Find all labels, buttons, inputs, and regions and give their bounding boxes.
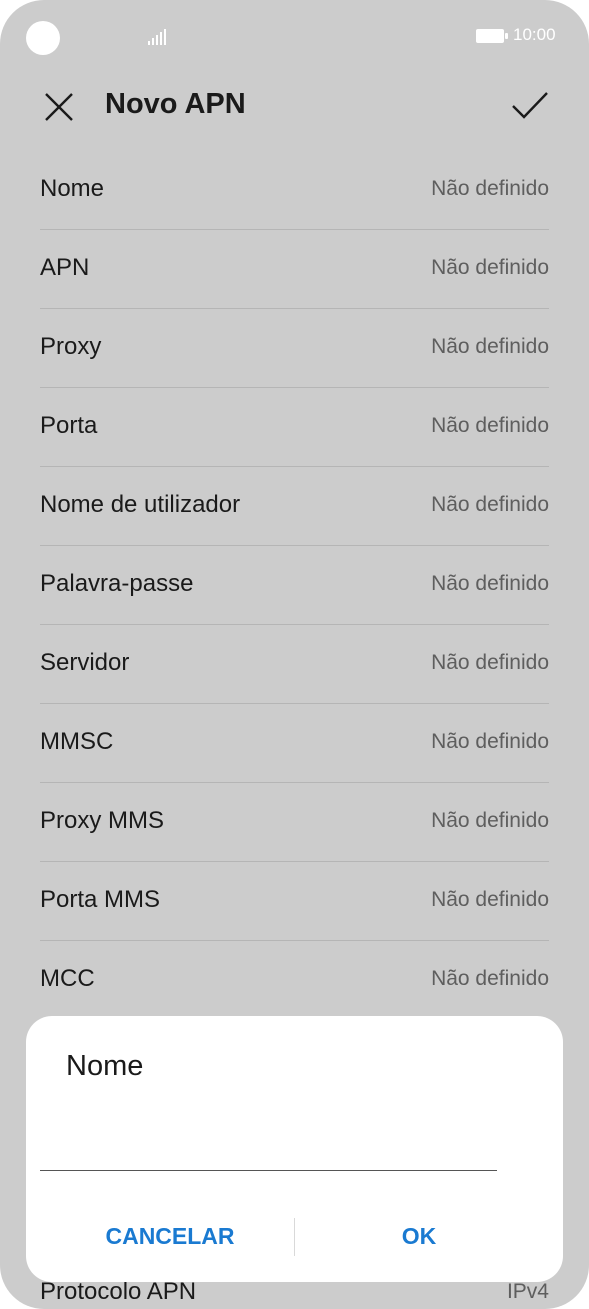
cancel-button[interactable]: CANCELAR [55, 1208, 285, 1264]
phone-screen: 10:00 Novo APN Nome Não definido APN Não… [0, 0, 589, 1309]
field-value: Não definido [431, 414, 549, 437]
field-value: Não definido [431, 967, 549, 990]
status-bar: 10:00 [0, 0, 589, 72]
list-item-palavra-passe[interactable]: Palavra-passe Não definido [40, 546, 549, 625]
ok-button[interactable]: OK [304, 1208, 534, 1264]
field-label: Proxy MMS [40, 807, 165, 834]
camera-cutout [26, 21, 60, 55]
field-value: IPv4 [506, 1280, 549, 1303]
list-item-mcc[interactable]: MCC Não definido [40, 941, 549, 1020]
apn-field-list: Nome Não definido APN Não definido Proxy… [40, 151, 549, 1020]
list-item-nome[interactable]: Nome Não definido [40, 151, 549, 230]
field-value: Não definido [431, 651, 549, 674]
field-value: Não definido [431, 572, 549, 595]
list-item-apn[interactable]: APN Não definido [40, 230, 549, 309]
battery-icon [476, 29, 508, 43]
field-label: Proxy [40, 333, 102, 360]
field-value: Não definido [431, 493, 549, 516]
list-item-servidor[interactable]: Servidor Não definido [40, 625, 549, 704]
dialog-title: Nome [66, 1050, 144, 1082]
list-item-porta[interactable]: Porta Não definido [40, 388, 549, 467]
list-item-porta-mms[interactable]: Porta MMS Não definido [40, 862, 549, 941]
list-item-mmsc[interactable]: MMSC Não definido [40, 704, 549, 783]
field-label: Porta MMS [40, 886, 161, 913]
signal-icon [148, 29, 166, 45]
name-input[interactable] [40, 1120, 497, 1171]
field-label: Nome [40, 175, 105, 202]
field-label: Nome de utilizador [40, 491, 241, 518]
field-value: Não definido [431, 809, 549, 832]
list-item-proxy-mms[interactable]: Proxy MMS Não definido [40, 783, 549, 862]
field-label: MCC [40, 965, 95, 992]
field-label: Servidor [40, 649, 130, 676]
field-value: Não definido [431, 256, 549, 279]
list-item-proxy[interactable]: Proxy Não definido [40, 309, 549, 388]
page-title: Novo APN [105, 88, 246, 120]
field-label: Porta [40, 412, 98, 439]
field-label: Palavra-passe [40, 570, 194, 597]
close-icon[interactable] [44, 92, 74, 122]
field-label: Protocolo APN [40, 1278, 197, 1305]
list-item-nome-de-utilizador[interactable]: Nome de utilizador Não definido [40, 467, 549, 546]
field-value: Não definido [431, 335, 549, 358]
field-label: MMSC [40, 728, 114, 755]
button-divider [294, 1218, 295, 1256]
field-label: APN [40, 254, 90, 281]
check-icon[interactable] [511, 90, 549, 122]
status-time: 10:00 [513, 25, 556, 44]
field-value: Não definido [431, 177, 549, 200]
app-bar [0, 72, 589, 142]
field-value: Não definido [431, 730, 549, 753]
field-value: Não definido [431, 888, 549, 911]
